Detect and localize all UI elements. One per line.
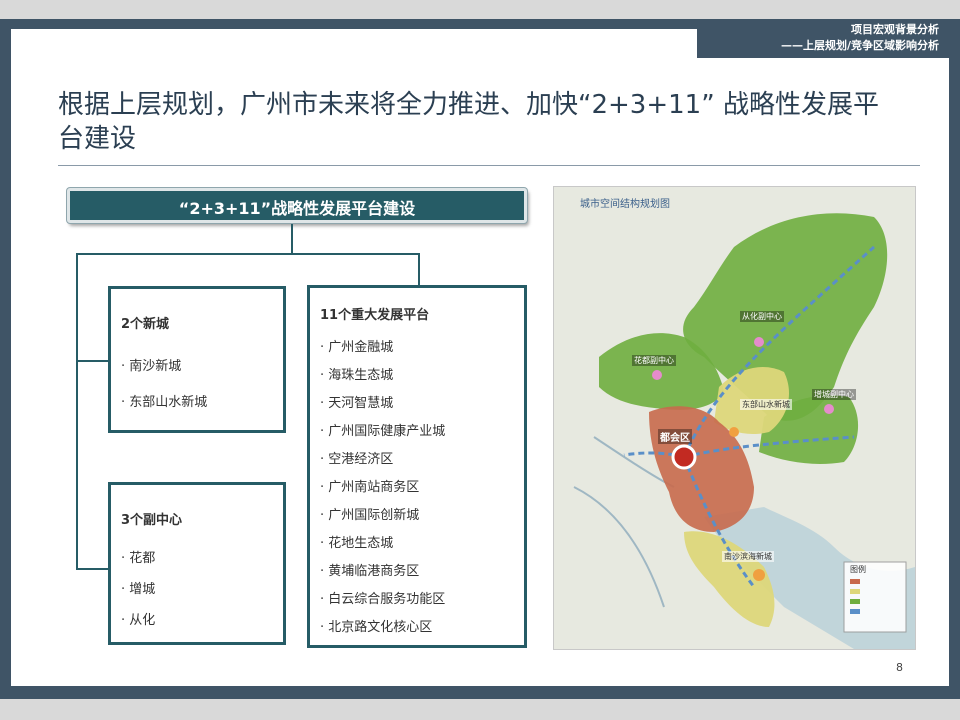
slide-title: 根据上层规划，广州市未来将全力推进、加快“2+3+11” 战略性发展平台建设 bbox=[58, 90, 879, 154]
map-label-conghua: 从化副中心 bbox=[740, 311, 784, 322]
platforms-box: 11个重大发展平台 · 广州金融城 · 海珠生态城 · 天河智慧城 · 广州国际… bbox=[307, 285, 527, 648]
map-node-nansha bbox=[753, 569, 765, 581]
title-divider bbox=[58, 165, 920, 166]
strategy-banner: “2+3+11”战略性发展平台建设 bbox=[67, 188, 527, 223]
map-label-zengcheng: 增城副中心 bbox=[812, 389, 856, 400]
list-item: · 海珠生态城 bbox=[320, 368, 394, 383]
map-graphic bbox=[554, 187, 915, 649]
list-item: · 北京路文化核心区 bbox=[320, 620, 433, 635]
page-number: 8 bbox=[896, 661, 903, 674]
list-item: · 花地生态城 bbox=[320, 536, 394, 551]
list-item: · 广州国际健康产业城 bbox=[320, 424, 446, 439]
new-cities-list: · 南沙新城 · 东部山水新城 bbox=[121, 355, 207, 410]
section-header-line2: ——上层规划/竞争区域影响分析 bbox=[780, 39, 939, 52]
list-item: · 黄埔临港商务区 bbox=[320, 564, 420, 579]
connector-to-new-cities bbox=[76, 360, 109, 362]
map-legend-swatch bbox=[850, 579, 860, 584]
platforms-list: · 广州金融城 · 海珠生态城 · 天河智慧城 · 广州国际健康产业城 · 空港… bbox=[320, 336, 445, 644]
map-node-zengcheng bbox=[824, 404, 834, 414]
platforms-title: 11个重大发展平台 bbox=[320, 308, 430, 323]
map-label-dongbu: 东部山水新城 bbox=[740, 399, 792, 410]
list-item: · 从化 bbox=[121, 613, 156, 628]
list-item: · 东部山水新城 bbox=[121, 395, 208, 410]
list-item: · 增城 bbox=[121, 582, 156, 597]
map-label-nansha: 南沙滨海新城 bbox=[722, 551, 774, 562]
section-header-line1: 项目宏观背景分析 bbox=[851, 23, 939, 36]
map-core-center bbox=[671, 444, 697, 470]
connector-horizontal bbox=[76, 253, 420, 255]
map-title: 城市空间结构规划图 bbox=[580, 199, 670, 210]
map-node-huadu bbox=[652, 370, 662, 380]
map-label-duhui: 都会区 bbox=[658, 429, 692, 444]
list-item: · 广州金融城 bbox=[320, 340, 394, 355]
map-node-dongbu bbox=[729, 427, 739, 437]
new-cities-title: 2个新城 bbox=[121, 317, 170, 332]
map-legend-swatch bbox=[850, 589, 860, 594]
map-legend-swatch bbox=[850, 599, 860, 604]
section-header: 项目宏观背景分析 ——上层规划/竞争区域影响分析 bbox=[697, 19, 949, 58]
list-item: · 南沙新城 bbox=[121, 359, 182, 374]
list-item: · 花都 bbox=[121, 551, 156, 566]
list-item: · 白云综合服务功能区 bbox=[320, 592, 446, 607]
list-item: · 广州国际创新城 bbox=[320, 508, 420, 523]
map-label-huadu: 花都副中心 bbox=[632, 355, 676, 366]
sub-centers-title: 3个副中心 bbox=[121, 513, 183, 528]
sub-centers-list: · 花都 · 增城 · 从化 bbox=[121, 547, 155, 628]
map-node-conghua bbox=[754, 337, 764, 347]
map-legend-label: 图例 bbox=[850, 565, 866, 574]
connector-banner-down bbox=[291, 224, 293, 253]
new-cities-box: 2个新城 · 南沙新城 · 东部山水新城 bbox=[108, 286, 286, 433]
map-legend-swatch bbox=[850, 609, 860, 614]
connector-to-sub-centers bbox=[76, 568, 109, 570]
list-item: · 天河智慧城 bbox=[320, 396, 394, 411]
connector-right-down bbox=[418, 253, 420, 286]
connector-left-vertical bbox=[76, 253, 78, 569]
sub-centers-box: 3个副中心 · 花都 · 增城 · 从化 bbox=[108, 482, 286, 645]
list-item: · 广州南站商务区 bbox=[320, 480, 420, 495]
spatial-structure-map: 城市空间结构规划图 从化副中心 花都副中心 增城副中心 东部山水新城 都会区 南… bbox=[553, 186, 916, 650]
list-item: · 空港经济区 bbox=[320, 452, 394, 467]
